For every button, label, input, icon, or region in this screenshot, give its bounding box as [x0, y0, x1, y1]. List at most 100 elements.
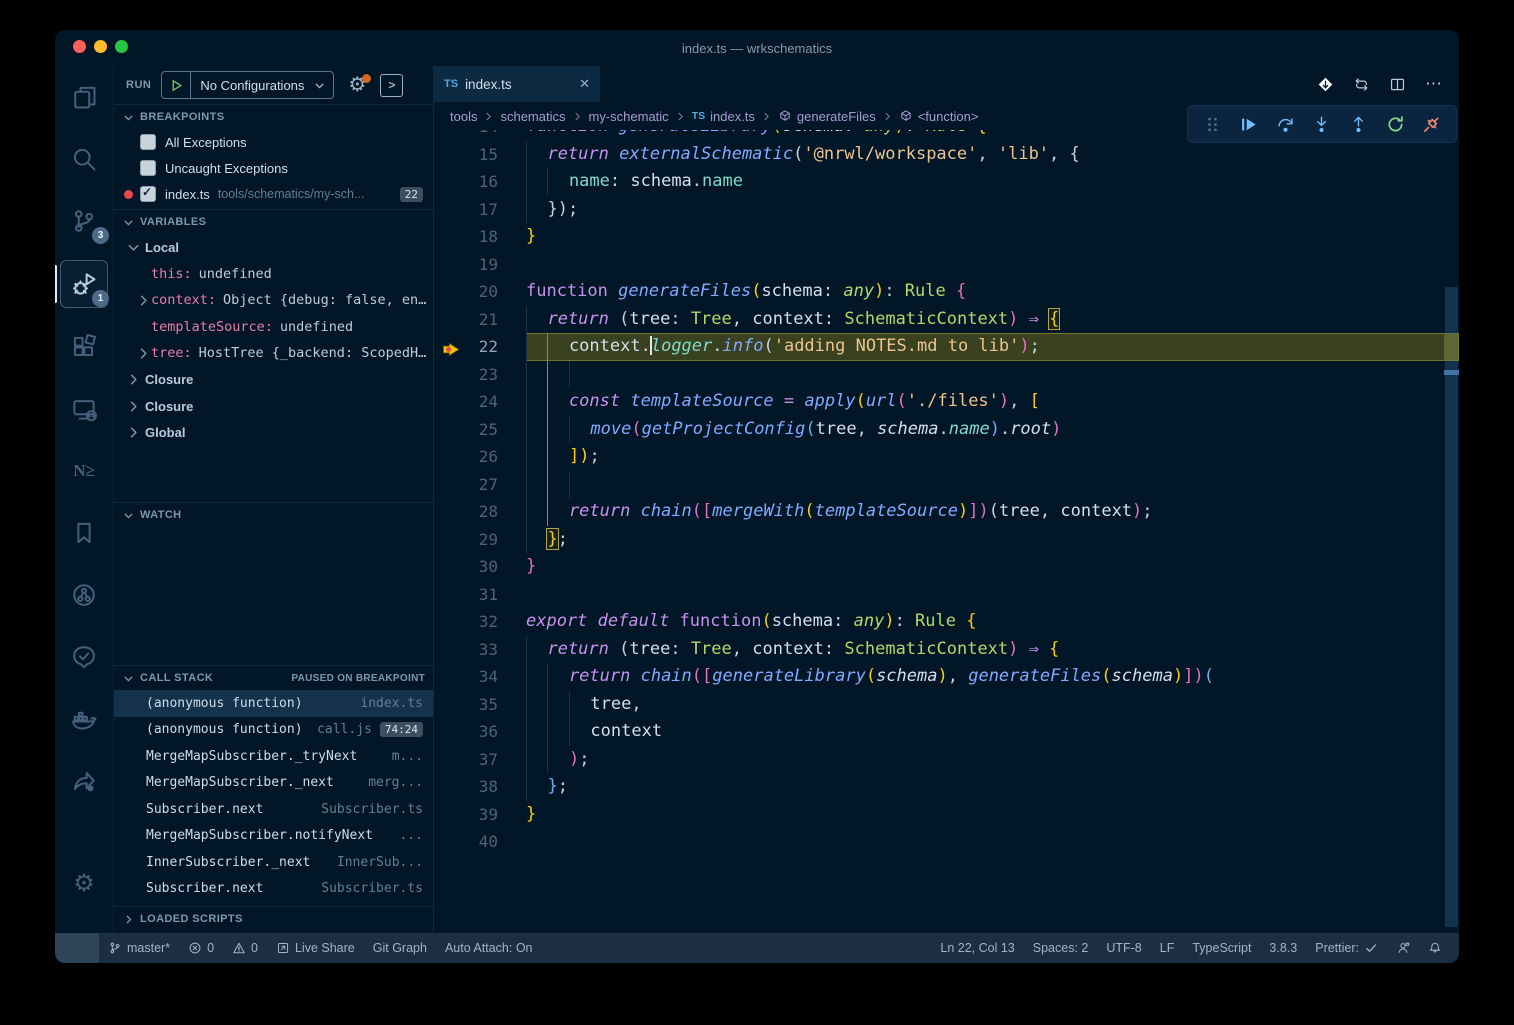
gutter[interactable]: 27	[434, 471, 526, 499]
close-tab-icon[interactable]: ✕	[579, 76, 590, 92]
activity-item-explorer[interactable]	[61, 74, 107, 120]
status-indentation[interactable]: Spaces: 2	[1024, 933, 1098, 963]
configure-gear-button[interactable]: ⚙	[348, 75, 366, 95]
start-debugging-button[interactable]	[162, 72, 191, 98]
activity-item-manage[interactable]: ⚙	[61, 861, 107, 907]
status-cursor-position[interactable]: Ln 22, Col 13	[931, 933, 1023, 963]
disconnect-button[interactable]	[1418, 110, 1446, 138]
gutter[interactable]: 20	[434, 278, 526, 306]
gutter[interactable]: 17	[434, 196, 526, 224]
gutter[interactable]: 19	[434, 251, 526, 279]
gutter[interactable]: 37	[434, 746, 526, 774]
gutter[interactable]: 28	[434, 498, 526, 526]
status-feedback[interactable]	[1387, 933, 1419, 963]
activity-item-extensions[interactable]	[61, 324, 107, 370]
breadcrumb-item[interactable]: generateFiles	[778, 109, 876, 124]
continue-button[interactable]	[1235, 110, 1263, 138]
breadcrumb-item[interactable]: tools	[450, 109, 477, 124]
call-stack-frame[interactable]: Subscriber.nextSubscriber.ts	[114, 796, 433, 823]
tab-index-ts[interactable]: TS index.ts ✕	[434, 66, 600, 102]
gutter[interactable]: 40	[434, 828, 526, 856]
compare-changes-icon[interactable]	[1353, 76, 1370, 93]
activity-item-docker[interactable]	[61, 696, 107, 742]
remote-indicator[interactable]	[55, 933, 99, 963]
maximize-window-button[interactable]	[115, 40, 128, 53]
watch-header[interactable]: WATCH	[114, 503, 433, 527]
gutter[interactable]: 34	[434, 663, 526, 691]
breadcrumb-item[interactable]: TSindex.ts	[692, 109, 755, 124]
gutter[interactable]: 26	[434, 443, 526, 471]
gutter[interactable]: 31	[434, 581, 526, 609]
gutter[interactable]: 23	[434, 361, 526, 389]
status-errors[interactable]: 0	[179, 933, 223, 963]
gutter[interactable]: 33	[434, 636, 526, 664]
activity-item-gitlens[interactable]	[61, 572, 107, 618]
breakpoints-header[interactable]: BREAKPOINTS	[114, 105, 433, 129]
split-editor-icon[interactable]	[1389, 76, 1406, 93]
breakpoint-row[interactable]: Uncaught Exceptions	[114, 155, 433, 181]
variables-header[interactable]: VARIABLES	[114, 210, 433, 234]
activity-item-bookmarks[interactable]	[61, 510, 107, 556]
drag-handle-button[interactable]	[1198, 110, 1226, 138]
gutter[interactable]: 39	[434, 801, 526, 829]
breakpoint-checkbox[interactable]	[140, 134, 156, 150]
status-notifications[interactable]	[1419, 933, 1451, 963]
step-over-button[interactable]	[1271, 110, 1299, 138]
variables-scope-global[interactable]: Global	[114, 420, 433, 447]
scrollbar-slider[interactable]	[1445, 287, 1458, 927]
variable-row[interactable]: context:Object {debug: false, en…	[114, 287, 433, 314]
breakpoint-row[interactable]: index.tstools/schematics/my-sch...22	[114, 181, 433, 207]
activity-item-testing[interactable]	[61, 634, 107, 680]
launch-configuration-dropdown[interactable]: No Configurations	[161, 71, 334, 99]
call-stack-header[interactable]: CALL STACK PAUSED ON BREAKPOINT	[114, 666, 433, 690]
minimize-window-button[interactable]	[94, 40, 107, 53]
breadcrumb-item[interactable]: schematics	[500, 109, 565, 124]
activity-item-live-share[interactable]	[61, 758, 107, 804]
gutter[interactable]: 21	[434, 306, 526, 334]
breakpoint-row[interactable]: All Exceptions	[114, 129, 433, 155]
status-ts-version[interactable]: 3.8.3	[1260, 933, 1306, 963]
call-stack-frame[interactable]: Subscriber.nextSubscriber.ts	[114, 876, 433, 903]
gutter[interactable]: 38	[434, 773, 526, 801]
call-stack-frame[interactable]: InnerSubscriber._nextInnerSub...	[114, 849, 433, 876]
status-auto-attach[interactable]: Auto Attach: On	[436, 933, 542, 963]
variables-scope-closure[interactable]: Closure	[114, 367, 433, 394]
call-stack-frame[interactable]: MergeMapSubscriber._tryNextm...	[114, 743, 433, 770]
gutter[interactable]: 24	[434, 388, 526, 416]
status-encoding[interactable]: UTF-8	[1097, 933, 1150, 963]
call-stack-frame[interactable]: (anonymous function)index.ts	[114, 690, 433, 717]
variables-scope-local[interactable]: Local	[114, 234, 433, 261]
editor-scrollbar[interactable]	[1444, 102, 1459, 933]
activity-item-source-control[interactable]: 3	[61, 198, 107, 244]
activity-item-run-and-debug[interactable]: 1	[60, 260, 108, 308]
status-eol[interactable]: LF	[1151, 933, 1184, 963]
debug-console-button[interactable]: >	[380, 74, 403, 97]
restart-button[interactable]	[1381, 110, 1409, 138]
close-window-button[interactable]	[73, 40, 86, 53]
gutter[interactable]: 36	[434, 718, 526, 746]
breakpoint-checkbox[interactable]	[140, 160, 156, 176]
status-git-graph[interactable]: Git Graph	[364, 933, 436, 963]
activity-item-remote-explorer[interactable]	[61, 386, 107, 432]
breadcrumb-item[interactable]: <function>	[899, 109, 979, 124]
activity-item-nx-console[interactable]: N≥	[61, 448, 107, 494]
status-warnings[interactable]: 0	[223, 933, 267, 963]
gutter[interactable]: 18	[434, 223, 526, 251]
breakpoint-checkbox[interactable]	[140, 186, 156, 202]
step-out-button[interactable]	[1345, 110, 1373, 138]
breadcrumb-item[interactable]: my-schematic	[589, 109, 669, 124]
gutter[interactable]: 32	[434, 608, 526, 636]
variable-row[interactable]: templateSource:undefined	[114, 314, 433, 341]
gutter[interactable]: 25	[434, 416, 526, 444]
variable-row[interactable]: tree:HostTree {_backend: ScopedH…	[114, 340, 433, 367]
code-area[interactable]: 14function generateLibrary(schema: any):…	[434, 130, 1459, 933]
gutter[interactable]: 30	[434, 553, 526, 581]
call-stack-frame[interactable]: MergeMapSubscriber.notifyNext...	[114, 823, 433, 850]
call-stack-frame[interactable]: (anonymous function)call.js74:24	[114, 717, 433, 744]
activity-item-search[interactable]	[61, 136, 107, 182]
status-language-mode[interactable]: TypeScript	[1183, 933, 1260, 963]
call-stack-frame[interactable]: MergeMapSubscriber._nextmerg...	[114, 770, 433, 797]
loaded-scripts-header[interactable]: LOADED SCRIPTS	[114, 907, 433, 931]
variable-row[interactable]: this:undefined	[114, 261, 433, 288]
open-changes-icon[interactable]	[1317, 76, 1334, 93]
